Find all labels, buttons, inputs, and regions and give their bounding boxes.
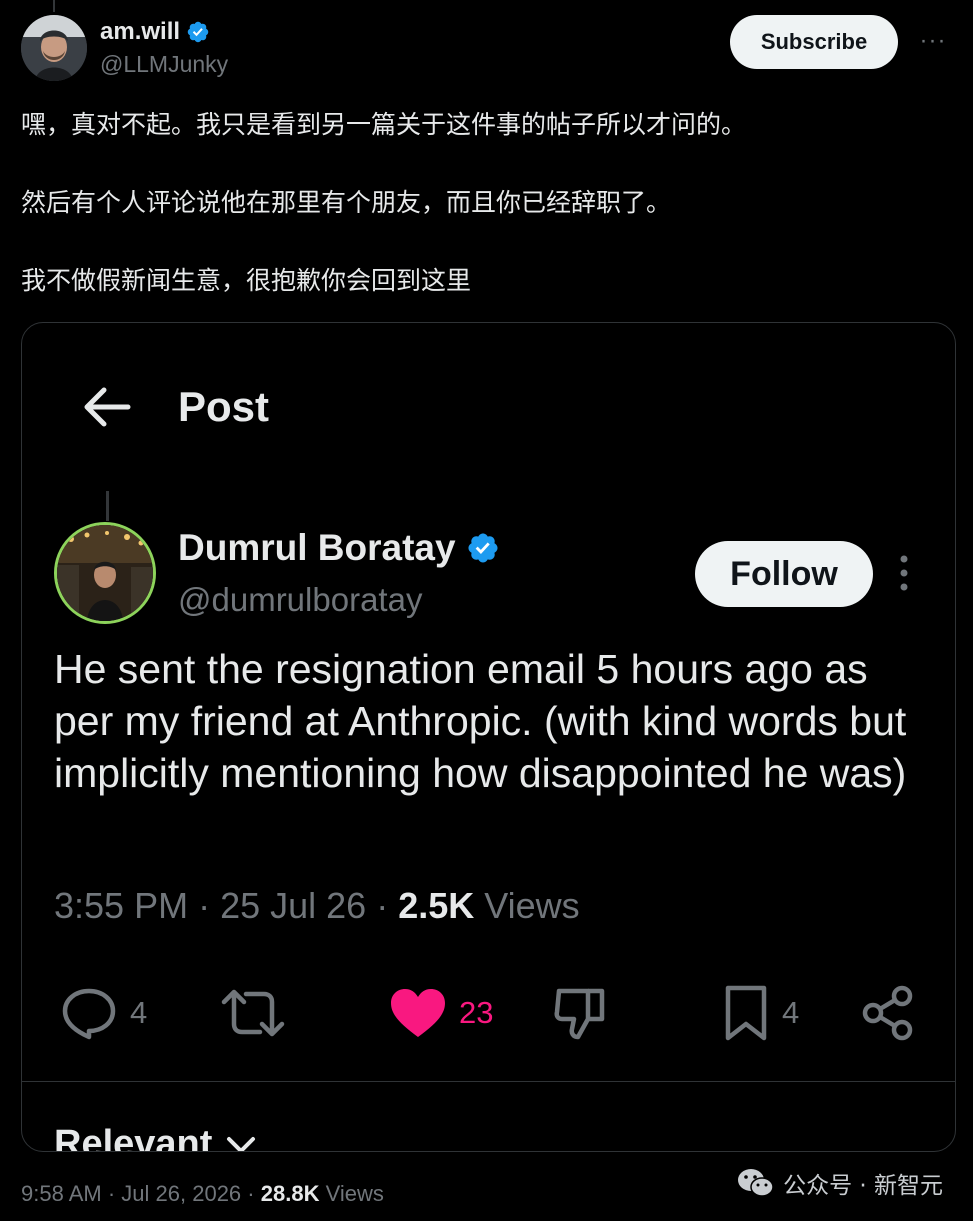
post-date[interactable]: 25 Jul 26 <box>220 885 366 926</box>
wechat-icon <box>738 1169 774 1197</box>
heart-icon <box>391 989 445 1037</box>
avatar[interactable] <box>54 522 156 624</box>
page-title: Post <box>178 383 270 430</box>
embedded-post-meta: 3:55 PM · 25 Jul 26 · 2.5K Views <box>54 885 580 927</box>
share-button[interactable] <box>860 973 916 1053</box>
post-body: 嘿，真对不起。我只是看到另一篇关于这件事的帖子所以才问的。 然后有个人评论说他在… <box>21 106 951 340</box>
repost-icon <box>221 989 285 1037</box>
views-count: 2.5K <box>398 885 475 926</box>
bookmark-button[interactable]: 4 <box>722 973 799 1053</box>
post-paragraph: 然后有个人评论说他在那里有个朋友，而且你已经辞职了。 <box>21 188 672 217</box>
separator-dot: · <box>198 885 221 926</box>
watermark-text: 公众号 · 新智元 <box>783 1173 943 1199</box>
sort-label: Relevant <box>54 1123 213 1152</box>
like-count: 23 <box>459 995 494 1030</box>
author-handle[interactable]: @LLMJunky <box>100 51 228 78</box>
thumbs-down-icon <box>554 988 605 1040</box>
post-header: am.will @LLMJunky Subscribe ··· <box>21 15 951 81</box>
separator-dot: · <box>376 885 399 926</box>
like-button[interactable]: 23 <box>389 973 493 1053</box>
bookmark-icon <box>725 985 767 1041</box>
post-time[interactable]: 3:55 PM <box>54 885 188 926</box>
embedded-post-text: He sent the resignation email 5 hours ag… <box>54 646 907 796</box>
views-label: Views <box>325 1181 384 1206</box>
avatar[interactable] <box>21 15 87 81</box>
repost-button[interactable] <box>220 973 286 1053</box>
more-options-icon[interactable]: ··· <box>915 26 951 56</box>
divider <box>22 1081 955 1082</box>
post-meta: 9:58 AM · Jul 26, 2026 · 28.8K Views <box>21 1181 384 1207</box>
post-time[interactable]: 9:58 AM <box>21 1181 102 1206</box>
views-label: Views <box>484 885 580 926</box>
action-bar: 4 23 4 <box>22 973 955 1053</box>
views-count: 28.8K <box>260 1181 320 1206</box>
thread-connector <box>53 0 55 12</box>
reply-button[interactable]: 4 <box>60 973 147 1053</box>
watermark: 公众号 · 新智元 <box>737 1166 943 1200</box>
subscribe-button[interactable]: Subscribe <box>730 15 898 69</box>
follow-button[interactable]: Follow <box>695 541 873 607</box>
dislike-button[interactable] <box>552 973 608 1053</box>
sort-replies-dropdown[interactable]: Relevant <box>54 1123 256 1152</box>
separator-dot: · <box>107 1181 122 1206</box>
bookmark-count: 4 <box>782 995 800 1030</box>
post-paragraph: 我不做假新闻生意，很抱歉你会回到这里 <box>21 266 472 295</box>
reply-icon <box>62 988 116 1040</box>
verified-badge-icon <box>187 21 209 43</box>
post-date[interactable]: Jul 26, 2026 <box>121 1181 241 1206</box>
author-handle[interactable]: @dumrulboratay <box>178 581 422 619</box>
back-arrow-icon[interactable] <box>80 385 132 429</box>
author-name[interactable]: Dumrul Boratay <box>178 527 456 569</box>
thread-connector <box>106 491 109 521</box>
verified-badge-icon <box>468 533 498 563</box>
embedded-header: Post <box>22 323 955 493</box>
reply-count: 4 <box>130 995 148 1030</box>
embedded-post-card[interactable]: Post Dumrul Boratay @dumrulboratay Follo… <box>21 322 956 1152</box>
author-name[interactable]: am.will <box>100 18 180 46</box>
chevron-down-icon <box>227 1136 256 1151</box>
more-options-icon[interactable] <box>890 553 918 593</box>
separator-dot: · <box>247 1181 261 1206</box>
post-paragraph: 嘿，真对不起。我只是看到另一篇关于这件事的帖子所以才问的。 <box>21 110 747 139</box>
share-icon <box>862 985 913 1041</box>
